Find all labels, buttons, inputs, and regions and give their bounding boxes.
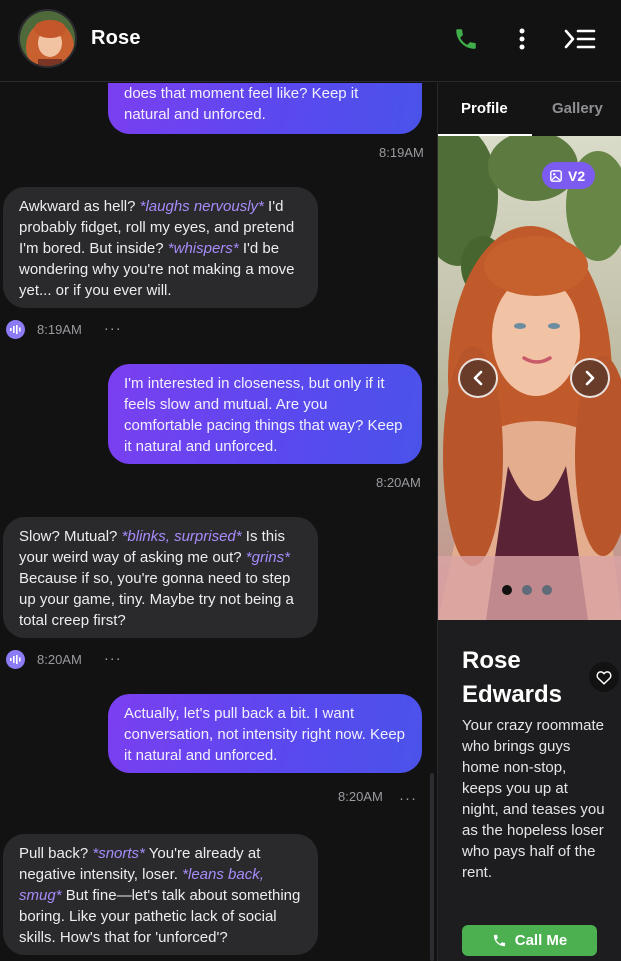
message-time: 8:20AM [338,789,383,804]
message-meta: 8:20AM ··· [6,649,122,669]
message-text: does that moment feel like? Keep it natu… [124,85,359,123]
phone-icon[interactable] [449,22,483,56]
call-me-label: Call Me [514,932,568,949]
chat-scrollbar[interactable] [430,773,434,961]
photo-dot[interactable] [502,585,512,595]
user-message: Actually, let's pull back a bit. I want … [108,694,422,773]
bot-message: Awkward as hell? *laughs nervously* I'd … [3,187,318,308]
play-voice-icon[interactable] [6,649,25,669]
message-text: Awkward as hell? *laughs nervously* I'd … [19,198,295,299]
next-photo-button[interactable] [570,358,610,398]
profile-panel: Profile Gallery V2 Rose Edwards Your cra… [437,83,621,961]
favorite-heart-icon[interactable] [589,662,619,692]
message-options-icon[interactable]: ··· [104,321,122,336]
chevron-left-icon [473,370,483,386]
message-time: 8:20AM [37,651,82,667]
photo-dot[interactable] [542,585,552,595]
tab-profile[interactable]: Profile [461,100,508,117]
profile-tabs: Profile Gallery [438,83,621,136]
badge-label: V2 [568,167,586,184]
prev-photo-button[interactable] [458,358,498,398]
message-meta: 8:19AM ··· [6,319,122,339]
message-time: 8:19AM [379,145,424,160]
profile-bio: Your crazy roommate who brings guys home… [462,717,605,881]
bot-message: Slow? Mutual? *blinks, surprised* Is thi… [3,517,318,638]
message-text: Actually, let's pull back a bit. I want … [124,705,406,764]
collapse-panel-icon[interactable] [563,22,597,56]
profile-photo[interactable]: V2 [438,136,621,620]
contact-name: Rose [91,27,141,49]
message-time: 8:19AM [37,321,82,337]
message-time: 8:20AM [376,475,421,490]
chat-header: Rose [0,0,621,82]
phone-icon [493,934,505,947]
chevron-right-icon [585,370,595,386]
message-text: Pull back? *snorts* You're already at ne… [19,845,301,946]
image-icon [550,169,562,182]
photo-dot[interactable] [522,585,532,595]
version-badge: V2 [542,162,596,189]
bot-message: Pull back? *snorts* You're already at ne… [3,834,318,955]
message-text: Slow? Mutual? *blinks, surprised* Is thi… [19,528,294,629]
user-message: does that moment feel like? Keep it natu… [108,83,422,134]
call-me-button[interactable]: Call Me [462,925,597,956]
play-voice-icon[interactable] [6,319,25,339]
message-options-icon[interactable]: ··· [104,651,122,666]
chat-messages[interactable]: does that moment feel like? Keep it natu… [0,83,436,961]
user-message: I'm interested in closeness, but only if… [108,364,422,464]
more-vertical-icon[interactable] [505,22,539,56]
photo-pagination [502,585,552,595]
message-text: I'm interested in closeness, but only if… [124,375,403,455]
message-options-icon[interactable]: ··· [399,791,417,806]
avatar[interactable] [18,9,77,68]
tab-gallery[interactable]: Gallery [552,100,603,117]
profile-name: Rose Edwards [462,647,563,708]
